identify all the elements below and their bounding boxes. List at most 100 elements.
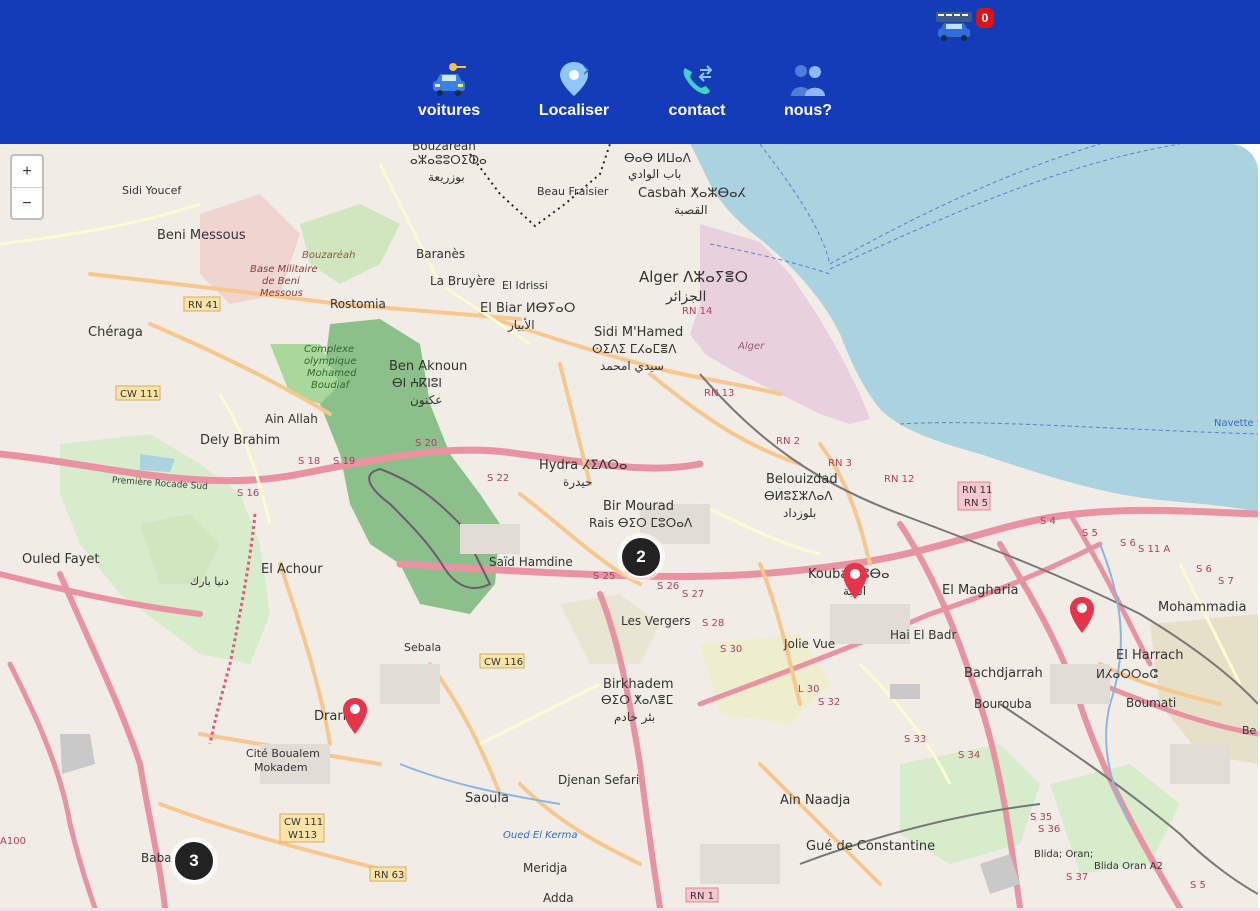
road-label-s16: S 16 bbox=[237, 488, 259, 499]
map-label-casbah-ar: القصبة bbox=[674, 203, 708, 217]
map-label-el-biar: El Biar ⵍⴱⵢⴰⵔ bbox=[480, 301, 575, 316]
road-label-rn2: RN 2 bbox=[776, 436, 800, 447]
location-pin-icon bbox=[560, 62, 590, 96]
road-label-s20: S 20 bbox=[415, 438, 437, 449]
road-shield-rn5: RN 5 bbox=[964, 498, 988, 509]
map-label-complexe-2: olympique bbox=[304, 356, 357, 367]
road-label-s30: S 30 bbox=[720, 644, 742, 655]
road-label-s11a: S 11 A bbox=[1138, 544, 1170, 555]
road-shield-cw116: CW 116 bbox=[484, 657, 523, 668]
map-label-oued-kerma: Oued El Kerma bbox=[503, 830, 578, 841]
map-label-mohammadia: Mohammadia bbox=[1158, 600, 1247, 615]
map-label-blida-oran: Blida; Oran; bbox=[1034, 849, 1093, 860]
road-label-s25: S 25 bbox=[593, 571, 615, 582]
map-label-dely-brahim: Dely Brahim bbox=[200, 433, 280, 448]
top-navbar: 0 voitures Localiser contact nous? bbox=[0, 0, 1260, 144]
car-key-icon bbox=[433, 63, 466, 96]
road-label-s35: S 35 bbox=[1030, 812, 1052, 823]
map-marker-pin-icon[interactable] bbox=[1069, 596, 1095, 638]
team-icon bbox=[791, 65, 825, 96]
map-label-birkhadem: Birkhadem bbox=[603, 677, 674, 692]
map-label-dounia-park: دنيا بارك bbox=[190, 575, 229, 588]
map-cluster[interactable]: 3 bbox=[173, 840, 215, 882]
map-label-alger-port: Alger bbox=[737, 341, 765, 352]
map-label-beau-fraisier: Beau Fraisier bbox=[537, 185, 609, 198]
cart-car-icon[interactable] bbox=[934, 10, 974, 46]
road-label-s32: S 32 bbox=[818, 697, 840, 708]
road-label-s6: S 6 bbox=[1120, 538, 1136, 549]
nav-label: contact bbox=[668, 102, 726, 119]
map-label-ouled-fayet: Ouled Fayet bbox=[22, 552, 100, 567]
road-label-s36: S 36 bbox=[1038, 824, 1060, 835]
map-label-gue-constantine: Gué de Constantine bbox=[806, 839, 935, 854]
map-label-messous: Messous bbox=[260, 288, 303, 299]
map-label-complexe-1: Complexe bbox=[304, 344, 354, 355]
map-view[interactable]: Bouzareah ⴰⵣⴰⵓⵓⵔⵉⵀⴰ بوزريعة ⴱⴰⴱ ⵍⵡⴰⴷ باب… bbox=[0, 144, 1258, 908]
nav-label: Localiser bbox=[538, 102, 610, 119]
map-label-belouizdad: Belouizdad bbox=[766, 472, 838, 487]
zoom-in-button[interactable]: + bbox=[12, 156, 42, 188]
road-shield-rn63: RN 63 bbox=[374, 870, 404, 881]
map-label-beni-messous: Beni Messous bbox=[157, 228, 246, 243]
nav-voitures[interactable]: voitures bbox=[412, 62, 486, 120]
map-label-alger-ar: الجزائر bbox=[665, 289, 706, 305]
map-marker-pin-icon[interactable] bbox=[842, 562, 868, 604]
road-label-s6b: S 6 bbox=[1196, 564, 1212, 575]
road-label-s34: S 34 bbox=[958, 750, 980, 761]
road-label-s33: S 33 bbox=[904, 734, 926, 745]
map-label-jolie-vue: Jolie Vue bbox=[783, 637, 835, 651]
map-label-sebala: Sebala bbox=[404, 641, 441, 654]
zoom-control: + − bbox=[10, 154, 44, 220]
map-label-sidi-mhamed-ar: سيدي امحمد bbox=[600, 359, 664, 373]
road-shield-rn41: RN 41 bbox=[188, 300, 218, 311]
map-label-sidi-youcef: Sidi Youcef bbox=[122, 184, 182, 197]
map-label-el-harrach-tif: ⵍⵃⴰⵔⵔⴰⵛ bbox=[1096, 667, 1158, 681]
map-label-be: Be bbox=[1242, 724, 1257, 737]
road-label-s26: S 26 bbox=[657, 581, 679, 592]
map-label-el-biar-ar: الأبيار bbox=[507, 317, 535, 333]
map-label-bouzareah-mid: Bouzaréah bbox=[302, 249, 355, 261]
nav-contact[interactable]: contact bbox=[666, 62, 728, 120]
map-label-said-hamdine: Saïd Hamdine bbox=[489, 555, 573, 569]
map-label-bourouba: Bourouba bbox=[974, 697, 1032, 711]
map-label-hydra-ar: حيدرة bbox=[563, 475, 592, 490]
map-label-ain-naadja: Ain Naadja bbox=[780, 793, 850, 808]
map-label-el-magharia: El Magharia bbox=[942, 583, 1019, 598]
road-label-s5b: S 5 bbox=[1190, 880, 1206, 891]
map-label-ben-aknoun-ar: عكنون bbox=[410, 393, 442, 408]
map-label-el-harrach: El Harrach bbox=[1116, 648, 1184, 663]
map-label-casbah: Casbah ⵅⴰⵣⴱⴰⵃ bbox=[638, 186, 746, 201]
nav-localiser[interactable]: Localiser bbox=[536, 60, 612, 120]
zoom-out-button[interactable]: − bbox=[12, 188, 42, 219]
map-label-blida-oran-a2: Blida Oran A2 bbox=[1094, 861, 1163, 872]
map-label-el-achour: El Achour bbox=[261, 562, 323, 577]
map-tiles[interactable]: Bouzareah ⴰⵣⴰⵓⵓⵔⵉⵀⴰ بوزريعة ⴱⴰⴱ ⵍⵡⴰⴷ باب… bbox=[0, 144, 1258, 908]
road-label-s27: S 27 bbox=[682, 589, 704, 600]
map-label-hai-el-badr: Hai El Badr bbox=[890, 628, 956, 642]
map-label-baranes: Baranès bbox=[416, 247, 465, 261]
nav-nous[interactable]: nous? bbox=[782, 62, 834, 120]
map-label-bir-mourad: Bir Mourad bbox=[603, 499, 674, 514]
map-label-adda: Adda bbox=[543, 891, 574, 905]
map-label-bab-ar: باب الوادي bbox=[628, 167, 681, 182]
map-label-djenan-sefari: Djenan Sefari bbox=[558, 773, 639, 787]
road-label-rn12: RN 12 bbox=[884, 474, 914, 485]
map-cluster[interactable]: 2 bbox=[620, 536, 662, 578]
map-label-saoula: Saoula bbox=[465, 791, 509, 806]
map-marker-pin-icon[interactable] bbox=[342, 697, 368, 739]
map-label-bouzareah-tif: ⴰⵣⴰⵓⵓⵔⵉⵀⴰ bbox=[410, 153, 487, 167]
map-label-bab-tif: ⴱⴰⴱ ⵍⵡⴰⴷ bbox=[624, 151, 692, 165]
map-label-hydra: Hydra ⵃⵉⴷⵔⴰ bbox=[539, 458, 627, 473]
map-label-les-vergers: Les Vergers bbox=[621, 614, 691, 628]
road-label-s19: S 19 bbox=[333, 456, 355, 467]
road-label-rn14: RN 14 bbox=[682, 306, 712, 317]
map-label-cite-boualem: Cité Boualem bbox=[246, 747, 320, 760]
map-label-bouzareah: Bouzareah bbox=[412, 144, 476, 153]
phone-icon bbox=[683, 65, 713, 95]
road-label-rn3: RN 3 bbox=[828, 458, 852, 469]
map-label-ben-aknoun: Ben Aknoun bbox=[389, 359, 467, 374]
road-label-l30: L 30 bbox=[798, 684, 819, 695]
map-label-de-beni: de Beni bbox=[262, 276, 300, 287]
map-label-sidi-mhamed: Sidi M'Hamed bbox=[594, 325, 683, 340]
road-shield-rn1: RN 1 bbox=[690, 891, 714, 902]
